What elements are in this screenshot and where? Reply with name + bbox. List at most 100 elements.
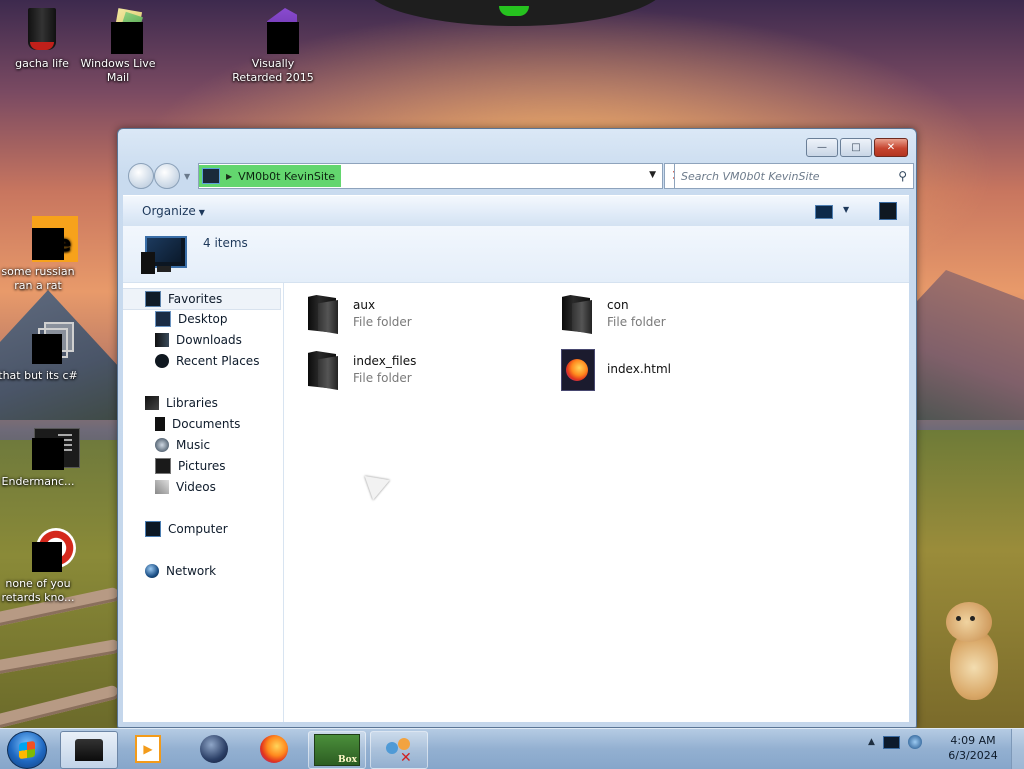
minimize-icon: — xyxy=(817,142,827,153)
nav-item-downloads[interactable]: Downloads xyxy=(123,330,283,350)
chevron-down-icon: ▼ xyxy=(843,205,850,214)
folder-icon xyxy=(558,292,594,336)
desktop-icon-that-but-its-csharp[interactable]: that but its c# xyxy=(0,318,80,383)
nav-label: Pictures xyxy=(178,459,226,473)
search-input[interactable] xyxy=(675,168,883,184)
wallpaper-mountain xyxy=(904,270,1024,420)
taskbar-users[interactable]: ✕ xyxy=(370,731,428,769)
nav-label: Documents xyxy=(172,417,241,431)
computer-icon xyxy=(202,168,220,184)
command-bar: Organize ▼ ▼ xyxy=(123,195,909,227)
clock-time: 4:09 AM xyxy=(950,734,996,747)
nav-favorites[interactable]: Favorites xyxy=(123,288,281,310)
desktop-icon-gacha-life[interactable]: gacha life xyxy=(0,6,84,71)
game-icon: Box xyxy=(314,734,360,766)
search-box: ⚲ xyxy=(674,163,914,189)
app-icon xyxy=(14,424,80,472)
nav-label: Desktop xyxy=(178,312,228,326)
explorer-icon xyxy=(75,739,103,761)
taskbar-box-game[interactable]: Box xyxy=(308,731,366,769)
address-dropdown-icon[interactable]: ▼ xyxy=(649,170,656,180)
close-button[interactable]: ✕ xyxy=(874,138,908,157)
maximize-icon: □ xyxy=(851,142,861,153)
file-name: con xyxy=(607,298,629,312)
file-item-index-html[interactable]: index.html xyxy=(558,348,798,392)
show-hidden-icons-button[interactable]: ▲ xyxy=(868,737,875,747)
music-icon xyxy=(155,438,169,452)
navigation-pane: Favorites Desktop Downloads Recent Place… xyxy=(123,283,284,722)
nav-item-desktop[interactable]: Desktop xyxy=(123,309,283,329)
desktop-icon-windows-live-mail[interactable]: Windows Live Mail xyxy=(76,6,160,85)
nav-label: Libraries xyxy=(166,396,218,410)
nav-label: Favorites xyxy=(168,292,223,306)
recent-pages-dropdown[interactable]: ▼ xyxy=(184,172,190,181)
change-view-button[interactable] xyxy=(815,205,833,219)
organize-button[interactable]: Organize ▼ xyxy=(142,204,205,218)
folder-icon xyxy=(304,348,340,392)
back-button[interactable] xyxy=(128,163,154,189)
nav-item-recent-places[interactable]: Recent Places xyxy=(123,351,283,371)
nav-computer[interactable]: Computer xyxy=(123,519,283,539)
media-player-icon: ▶ xyxy=(135,735,161,763)
users-icon: ✕ xyxy=(384,736,414,766)
window-controls: — □ ✕ xyxy=(806,138,908,157)
file-type: File folder xyxy=(353,371,412,385)
maximize-button[interactable]: □ xyxy=(840,138,872,157)
view-options-dropdown[interactable]: ▼ xyxy=(843,205,849,214)
forward-button[interactable] xyxy=(154,163,180,189)
globe-icon xyxy=(200,735,228,763)
content-area: 4 items Favorites Desktop Downloads Rece… xyxy=(123,226,909,722)
taskbar-app[interactable] xyxy=(186,731,242,767)
nav-label: Network xyxy=(166,564,217,578)
nav-item-videos[interactable]: Videos xyxy=(123,477,283,497)
nav-label: Downloads xyxy=(176,333,242,347)
file-item-con[interactable]: con File folder xyxy=(558,292,798,336)
file-item-index-files[interactable]: index_files File folder xyxy=(304,348,544,392)
firefox-html-icon xyxy=(558,348,595,392)
desktop-icon-endermanch[interactable]: Endermanc... xyxy=(0,424,80,489)
nav-item-documents[interactable]: Documents xyxy=(123,414,283,434)
taskbar-media-player[interactable]: ▶ xyxy=(120,731,176,767)
desktop-icon-visual-studio[interactable]: Visually Retarded 2015 xyxy=(231,6,315,85)
firefox-icon xyxy=(260,735,288,763)
trash-can-icon xyxy=(18,6,66,54)
close-icon: ✕ xyxy=(886,142,896,153)
file-item-aux[interactable]: aux File folder xyxy=(304,292,544,336)
app-icon xyxy=(14,526,76,574)
breadcrumb-segment[interactable]: VM0b0t KevinSite xyxy=(238,170,335,183)
file-type: File folder xyxy=(607,315,666,329)
app-icon: e xyxy=(14,214,78,262)
address-bar[interactable]: ▶ VM0b0t KevinSite ▼ xyxy=(198,163,663,189)
file-type: File folder xyxy=(353,315,412,329)
breadcrumb[interactable]: ▶ VM0b0t KevinSite xyxy=(199,165,342,187)
search-icon[interactable]: ⚲ xyxy=(898,169,907,183)
taskbar-firefox[interactable] xyxy=(246,731,302,767)
network-status-icon[interactable] xyxy=(882,735,900,749)
nav-libraries[interactable]: Libraries xyxy=(123,393,283,413)
volume-icon[interactable] xyxy=(907,735,922,749)
nav-item-music[interactable]: Music xyxy=(123,435,283,455)
taskbar-explorer[interactable] xyxy=(60,731,118,769)
recent-places-icon xyxy=(155,354,169,368)
file-name: index_files xyxy=(353,354,417,368)
star-icon xyxy=(145,291,161,307)
start-button[interactable] xyxy=(7,731,47,769)
minimize-button[interactable]: — xyxy=(806,138,838,157)
details-header: 4 items xyxy=(123,226,909,283)
explorer-window: — □ ✕ ▼ ▶ VM0b0t KevinSite ▼ ✕ ⚲ Organiz… xyxy=(117,128,917,728)
nav-label: Music xyxy=(176,438,211,452)
clock[interactable]: 4:09 AM 6/3/2024 xyxy=(944,733,1002,763)
show-desktop-button[interactable] xyxy=(1011,729,1024,769)
file-name: index.html xyxy=(607,362,671,376)
help-button[interactable] xyxy=(879,202,897,220)
desktop-icon-russian-rat[interactable]: e some russian ran a rat xyxy=(0,214,80,293)
desktop-icon-label: some russian ran a rat xyxy=(1,265,75,292)
breadcrumb-arrow-icon[interactable]: ▶ xyxy=(226,172,232,181)
nav-network[interactable]: Network xyxy=(123,561,283,581)
nav-item-pictures[interactable]: Pictures xyxy=(123,456,283,476)
downloads-icon xyxy=(155,333,169,347)
gadget-led xyxy=(499,6,529,16)
desktop-gadget xyxy=(365,0,665,26)
desktop-icon-none-of-you[interactable]: none of you retards kno... xyxy=(0,526,80,605)
desktop-icon-label: Windows Live Mail xyxy=(80,57,156,84)
